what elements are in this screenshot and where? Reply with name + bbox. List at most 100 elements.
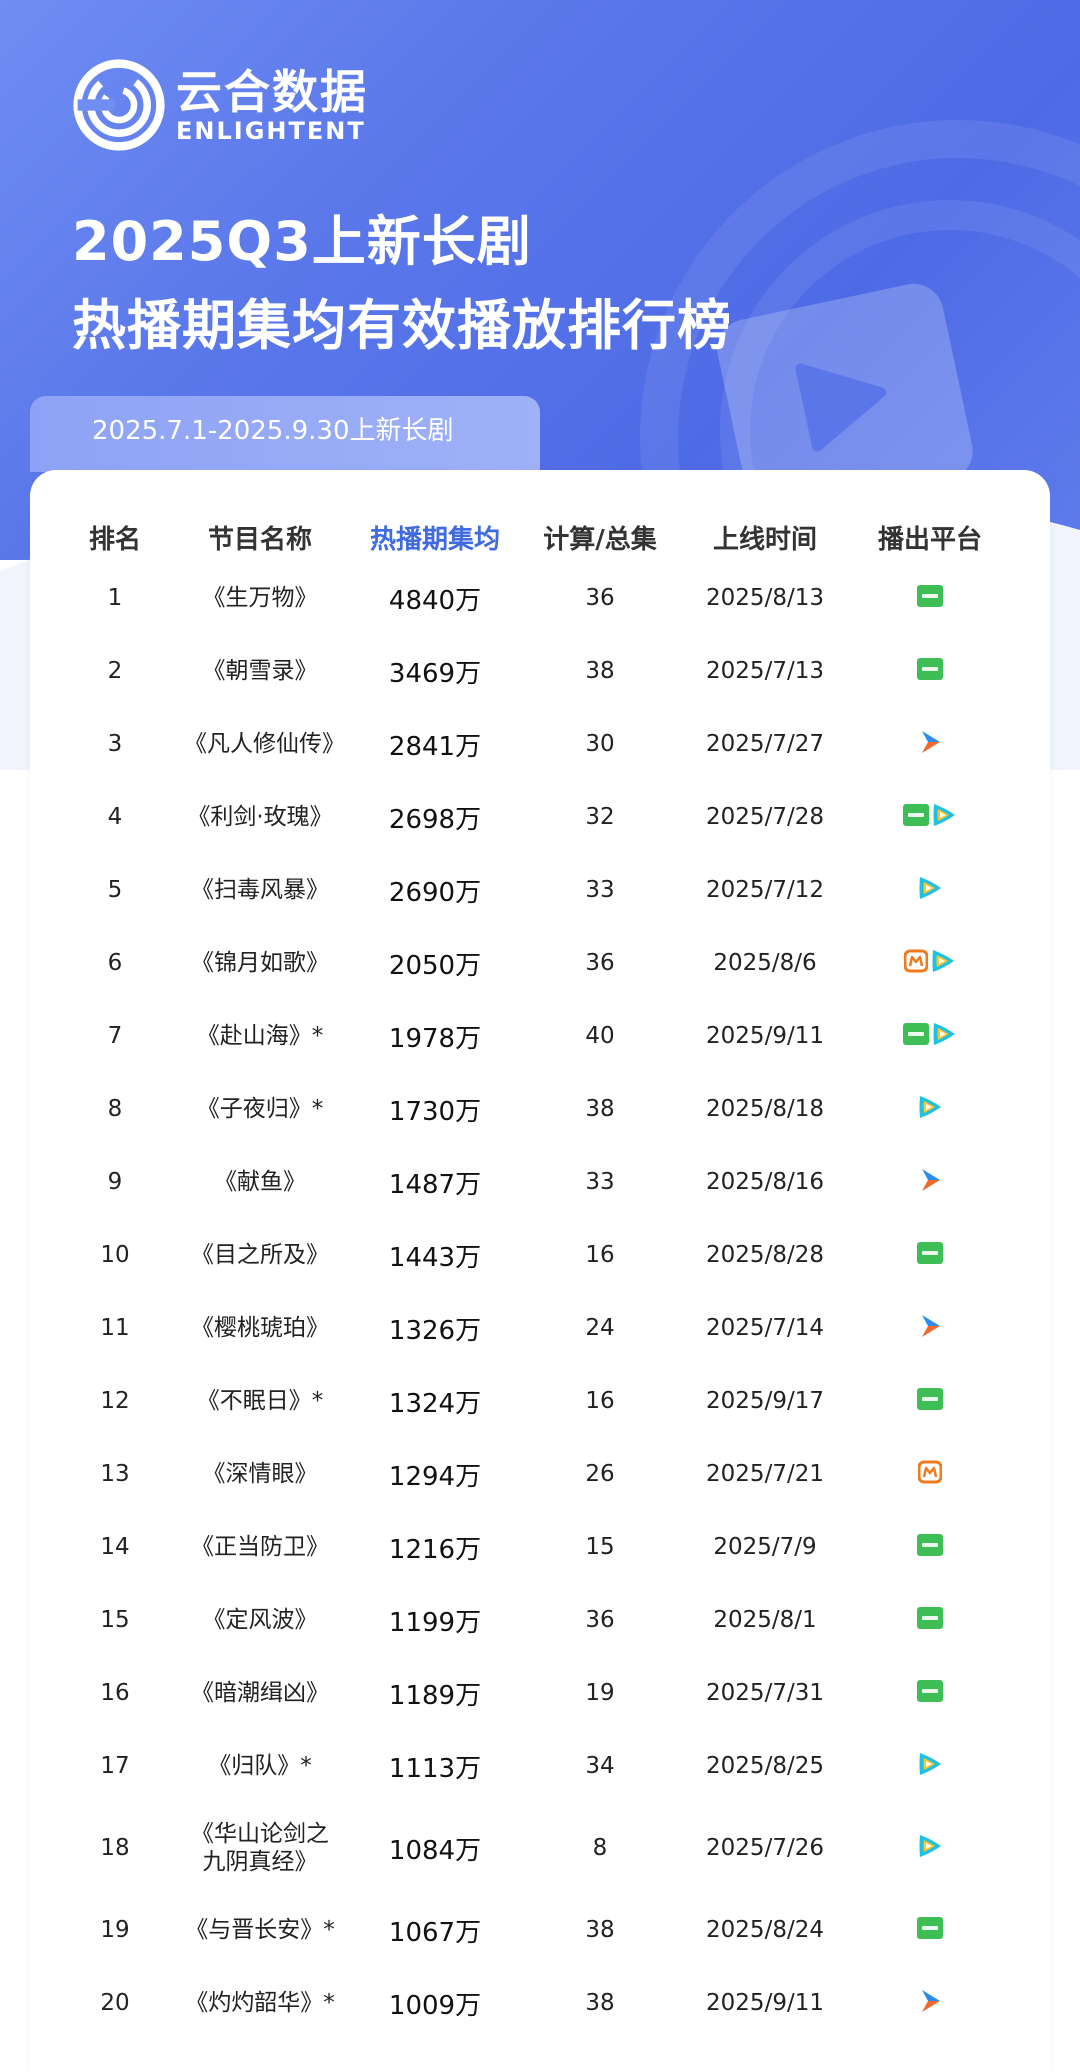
row-rank: 6	[107, 950, 123, 976]
row-title: 《锦月如歌》	[191, 950, 329, 976]
brand-name-cn: 云合数据	[176, 65, 368, 119]
tencent-video-icon	[917, 1094, 943, 1124]
row-release-date: 2025/8/13	[706, 585, 824, 611]
row-avg-views: 1978万	[388, 1023, 482, 1054]
row-platforms	[850, 948, 1010, 978]
header-rank: 排名	[88, 525, 141, 555]
table-row: 8 《子夜归》* 1730万 38 2025/8/18	[60, 1079, 1050, 1139]
row-rank: 8	[107, 1096, 123, 1122]
row-rank: 11	[100, 1315, 130, 1341]
row-avg-views: 1067万	[388, 1917, 482, 1948]
header-release-date: 上线时间	[712, 525, 817, 555]
row-rank: 3	[107, 731, 123, 757]
row-avg-views: 1216万	[388, 1534, 482, 1565]
row-episodes: 16	[585, 1388, 615, 1414]
row-release-date: 2025/7/14	[706, 1315, 824, 1341]
table-row: 18 《华山论剑之九阴真经》 1084万 8 2025/7/26	[60, 1808, 1050, 1888]
row-release-date: 2025/8/28	[706, 1242, 824, 1268]
row-release-date: 2025/7/28	[706, 804, 824, 830]
iqiyi-icon	[917, 1917, 943, 1943]
row-avg-views: 1113万	[388, 1753, 482, 1784]
mango-tv-icon	[917, 1460, 943, 1488]
row-episodes: 8	[592, 1835, 608, 1861]
row-rank: 13	[100, 1461, 130, 1487]
date-range-tab: 2025.7.1-2025.9.30上新长剧	[30, 396, 540, 472]
header-title: 节目名称	[207, 525, 312, 555]
row-title: 《华山论剑之九阴真经》	[191, 1821, 329, 1875]
row-title: 《子夜归》*	[196, 1096, 324, 1122]
row-release-date: 2025/7/26	[706, 1835, 824, 1861]
row-avg-views: 1324万	[388, 1388, 482, 1419]
row-release-date: 2025/8/6	[713, 950, 817, 976]
row-release-date: 2025/8/24	[706, 1917, 824, 1943]
row-rank: 2	[107, 658, 123, 684]
row-title: 《目之所及》	[191, 1242, 329, 1268]
row-title: 《献鱼》	[214, 1169, 306, 1195]
row-avg-views: 1326万	[388, 1315, 482, 1346]
row-episodes: 16	[585, 1242, 615, 1268]
row-rank: 7	[107, 1023, 123, 1049]
table-header: 排名 节目名称 热播期集均 计算/总集 上线时间 播出平台	[30, 518, 1050, 562]
iqiyi-icon	[917, 1534, 943, 1560]
row-episodes: 32	[585, 804, 615, 830]
youku-icon	[918, 729, 942, 759]
row-episodes: 38	[585, 1917, 615, 1943]
row-episodes: 30	[585, 731, 615, 757]
table-row: 9 《献鱼》 1487万 33 2025/8/16	[60, 1152, 1050, 1212]
row-rank: 18	[100, 1835, 130, 1861]
row-episodes: 33	[585, 1169, 615, 1195]
header-avg-views: 热播期集均	[369, 525, 500, 555]
table-row: 13 《深情眼》 1294万 26 2025/7/21	[60, 1444, 1050, 1504]
tencent-video-icon	[931, 802, 957, 832]
header-platform: 播出平台	[877, 525, 982, 555]
row-episodes: 38	[585, 1096, 615, 1122]
row-platforms	[850, 1021, 1010, 1051]
row-episodes: 40	[585, 1023, 615, 1049]
row-avg-views: 1084万	[388, 1835, 482, 1866]
row-episodes: 26	[585, 1461, 615, 1487]
iqiyi-icon	[917, 1680, 943, 1706]
iqiyi-icon	[917, 585, 943, 611]
row-rank: 5	[107, 877, 123, 903]
row-platforms	[850, 1680, 1010, 1706]
brand-name-en: ENLIGHTENT	[176, 117, 366, 145]
table-row: 4 《利剑·玫瑰》 2698万 32 2025/7/28	[60, 787, 1050, 847]
row-avg-views: 1487万	[388, 1169, 482, 1200]
row-platforms	[850, 1607, 1010, 1633]
row-platforms	[850, 1833, 1010, 1863]
row-episodes: 33	[585, 877, 615, 903]
table-row: 2 《朝雪录》 3469万 38 2025/7/13	[60, 641, 1050, 701]
row-release-date: 2025/7/21	[706, 1461, 824, 1487]
ranking-table-card: 排名 节目名称 热播期集均 计算/总集 上线时间 播出平台 1 《生万物》 4840…	[30, 470, 1050, 2072]
row-title: 《不眠日》*	[196, 1388, 324, 1414]
row-release-date: 2025/9/11	[706, 1990, 824, 2016]
row-title: 《正当防卫》	[191, 1534, 329, 1560]
row-rank: 12	[100, 1388, 130, 1414]
table-row: 11 《樱桃琥珀》 1326万 24 2025/7/14	[60, 1298, 1050, 1358]
iqiyi-icon	[917, 1242, 943, 1268]
page-title: 2025Q3上新长剧 热播期集均有效播放排行榜	[72, 200, 732, 368]
row-avg-views: 2690万	[388, 877, 482, 908]
row-release-date: 2025/8/1	[713, 1607, 817, 1633]
row-avg-views: 2841万	[388, 731, 482, 762]
row-title: 《朝雪录》	[202, 658, 318, 684]
row-avg-views: 1443万	[388, 1242, 482, 1273]
iqiyi-icon	[903, 1023, 929, 1049]
row-release-date: 2025/8/18	[706, 1096, 824, 1122]
row-episodes: 38	[585, 658, 615, 684]
row-rank: 10	[100, 1242, 130, 1268]
row-episodes: 36	[585, 1607, 615, 1633]
row-release-date: 2025/7/31	[706, 1680, 824, 1706]
row-title: 《扫毒风暴》	[191, 877, 329, 903]
row-platforms	[850, 1388, 1010, 1414]
row-release-date: 2025/7/27	[706, 731, 824, 757]
row-title: 《生万物》	[202, 585, 318, 611]
table-row: 1 《生万物》 4840万 36 2025/8/13	[60, 568, 1050, 628]
tencent-video-icon	[917, 1751, 943, 1781]
row-title: 《定风波》	[202, 1607, 318, 1633]
row-title: 《深情眼》	[202, 1461, 318, 1487]
table-row: 15 《定风波》 1199万 36 2025/8/1	[60, 1590, 1050, 1650]
table-row: 10 《目之所及》 1443万 16 2025/8/28	[60, 1225, 1050, 1285]
row-rank: 4	[107, 804, 123, 830]
table-row: 12 《不眠日》* 1324万 16 2025/9/17	[60, 1371, 1050, 1431]
